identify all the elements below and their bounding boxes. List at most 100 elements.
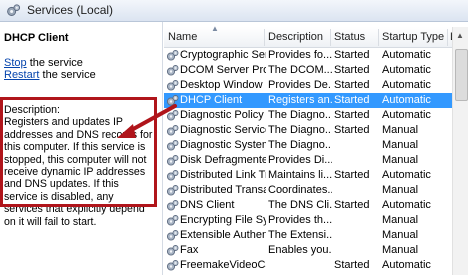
service-gear-icon xyxy=(166,200,179,211)
service-description-cell: Maintains li... xyxy=(268,169,332,181)
window-title: Services (Local) xyxy=(27,3,114,17)
service-startup-type-cell: Manual xyxy=(382,124,419,136)
sort-indicator-icon: ▲ xyxy=(211,24,219,33)
service-status-cell: Started xyxy=(334,64,370,76)
service-startup-type-cell: Manual xyxy=(382,229,419,241)
table-row[interactable]: Fax Enables you... Manual xyxy=(164,243,460,258)
service-description-cell: Enables you... xyxy=(268,244,332,256)
service-name-cell: Fax xyxy=(180,244,199,256)
service-status-cell: Started xyxy=(334,169,370,181)
scrollbar-thumb[interactable] xyxy=(455,49,468,101)
table-row[interactable]: Distributed Transa...Coordinates... Manua… xyxy=(164,183,460,198)
service-description-cell: The Diagno... xyxy=(268,139,332,151)
service-description-cell: The Extensi... xyxy=(268,229,332,241)
service-description-cell: The DCOM... xyxy=(268,64,332,76)
table-row[interactable]: Diagnostic Service...The Diagno...Starte… xyxy=(164,123,460,138)
column-divider[interactable] xyxy=(330,29,331,46)
restart-service-line: Restart the service xyxy=(4,69,96,81)
service-name-cell: DHCP Client xyxy=(180,94,243,106)
scroll-up-icon[interactable]: ▲ xyxy=(456,31,464,40)
stop-service-link[interactable]: Stop xyxy=(4,57,27,69)
service-gear-icon xyxy=(166,110,179,121)
service-name-cell: FreemakeVideoCa... xyxy=(180,259,266,271)
service-gear-icon xyxy=(166,50,179,61)
table-row[interactable]: DHCP Client Registers an... Started Automat… xyxy=(164,93,460,108)
title-bar: Services (Local) xyxy=(0,0,468,22)
service-description-cell: Registers an... xyxy=(268,94,332,106)
service-status-cell: Started xyxy=(334,199,370,211)
service-startup-type-cell: Automatic xyxy=(382,199,431,211)
service-gear-icon xyxy=(166,215,179,226)
service-startup-type-cell: Manual xyxy=(382,214,419,226)
service-startup-type-cell: Manual xyxy=(382,244,419,256)
vertical-scrollbar[interactable]: ▲ xyxy=(452,27,468,275)
service-startup-type-cell: Automatic xyxy=(382,64,431,76)
service-gear-icon xyxy=(166,95,179,106)
table-row[interactable]: Diagnostic Policy ...The Diagno...Starte… xyxy=(164,108,460,123)
service-startup-type-cell: Manual xyxy=(382,139,419,151)
stop-service-text: the service xyxy=(26,57,83,69)
service-description-cell: Provides th... xyxy=(268,214,332,226)
service-status-cell: Started xyxy=(334,109,370,121)
service-gear-icon xyxy=(166,65,179,76)
service-gear-icon xyxy=(166,260,179,271)
service-status-cell: Started xyxy=(334,49,370,61)
table-row[interactable]: Cryptographic Ser...Provides fo...Starte… xyxy=(164,48,460,63)
table-row[interactable]: Desktop Window ... Provides De... Started A… xyxy=(164,78,460,93)
column-header-startup-type[interactable]: Startup Type xyxy=(382,31,444,43)
service-status-cell: Started xyxy=(334,94,370,106)
column-header-name[interactable]: Name xyxy=(168,31,197,43)
table-row[interactable]: Diagnostic System...The Diagno... Manual xyxy=(164,138,460,153)
service-description-cell: The Diagno... xyxy=(268,109,332,121)
table-row[interactable]: FreemakeVideoCa... Started Automatic xyxy=(164,258,460,273)
service-gear-icon xyxy=(166,155,179,166)
service-startup-type-cell: Automatic xyxy=(382,109,431,121)
service-name-cell: Extensible Authen... xyxy=(180,229,266,241)
service-gear-icon xyxy=(166,185,179,196)
service-startup-type-cell: Automatic xyxy=(382,169,431,181)
service-name-cell: Diagnostic Policy ... xyxy=(180,109,266,121)
description-highlight-box xyxy=(0,97,157,207)
service-description-cell: The Diagno... xyxy=(268,124,332,136)
service-description-cell: Provides fo... xyxy=(268,49,332,61)
service-description-cell: The DNS Cli... xyxy=(268,199,332,211)
service-name-cell: Cryptographic Ser... xyxy=(180,49,266,61)
service-name-cell: Encrypting File Sy... xyxy=(180,214,266,226)
column-divider[interactable] xyxy=(447,29,448,46)
service-gear-icon xyxy=(166,80,179,91)
service-gear-icon xyxy=(166,230,179,241)
service-name-cell: Disk Defragmenter xyxy=(180,154,266,166)
column-header-status[interactable]: Status xyxy=(334,31,365,43)
service-name-cell: DNS Client xyxy=(180,199,235,211)
services-gear-icon xyxy=(7,4,21,16)
column-header-description[interactable]: Description xyxy=(268,31,323,43)
stop-service-line: Stop the service xyxy=(4,57,83,69)
services-table: ▲ Name Description Status Startup Type L… xyxy=(164,22,468,275)
column-divider[interactable] xyxy=(378,29,379,46)
restart-service-link[interactable]: Restart xyxy=(4,69,39,81)
service-startup-type-cell: Automatic xyxy=(382,259,431,271)
service-name-cell: Diagnostic System... xyxy=(180,139,266,151)
column-divider[interactable] xyxy=(264,29,265,46)
service-gear-icon xyxy=(166,170,179,181)
service-startup-type-cell: Automatic xyxy=(382,49,431,61)
service-name-cell: Desktop Window ... xyxy=(180,79,266,91)
service-name-cell: Diagnostic Service... xyxy=(180,124,266,136)
table-row[interactable]: Distributed Link Tr...Maintains li...Sta… xyxy=(164,168,460,183)
service-gear-icon xyxy=(166,125,179,136)
table-row[interactable]: Extensible Authen...The Extensi... Manual xyxy=(164,228,460,243)
service-startup-type-cell: Automatic xyxy=(382,94,431,106)
table-row[interactable]: DCOM Server Pro...The DCOM...Started Auto… xyxy=(164,63,460,78)
service-description-cell: Provides Di... xyxy=(268,154,332,166)
service-gear-icon xyxy=(166,140,179,151)
service-description-cell: Coordinates... xyxy=(268,184,332,196)
table-row[interactable]: Encrypting File Sy...Provides th... Manua… xyxy=(164,213,460,228)
service-status-cell: Started xyxy=(334,79,370,91)
service-startup-type-cell: Manual xyxy=(382,154,419,166)
service-startup-type-cell: Manual xyxy=(382,184,419,196)
table-row[interactable]: Disk Defragmenter Provides Di... Manual xyxy=(164,153,460,168)
restart-service-text: the service xyxy=(39,69,96,81)
table-row[interactable]: DNS Client The DNS Cli... Started Automatic xyxy=(164,198,460,213)
service-name-cell: Distributed Link Tr... xyxy=(180,169,266,181)
service-name-cell: Distributed Transa... xyxy=(180,184,266,196)
